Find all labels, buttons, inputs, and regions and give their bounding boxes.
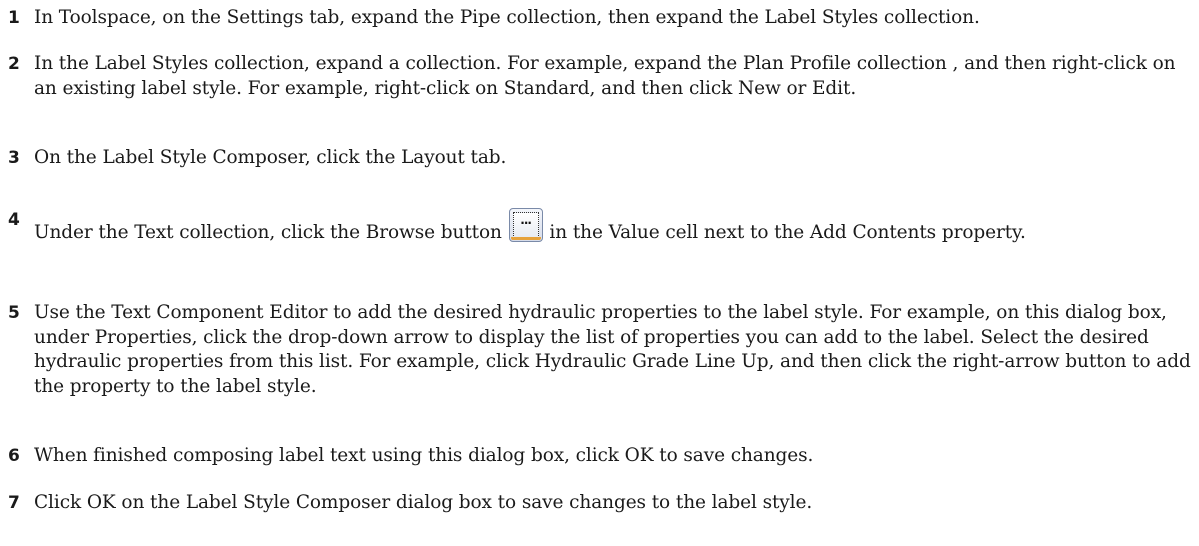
step-number: 6	[8, 446, 20, 466]
step-text: On the Label Style Composer, click the L…	[34, 147, 507, 168]
step-number: 5	[8, 303, 20, 323]
step-text: Click OK on the Label Style Composer dia…	[34, 492, 813, 513]
step-text-after: in the Value cell next to the Add Conten…	[543, 222, 1026, 243]
step-number: 2	[8, 54, 20, 74]
step-text: Under the Text collection, click the Bro…	[34, 208, 1194, 246]
browse-ellipsis-icon[interactable]: ···	[508, 208, 543, 242]
step-number: 3	[8, 148, 20, 168]
step-text: In Toolspace, on the Settings tab, expan…	[34, 7, 980, 28]
step-text: When finished composing label text using…	[34, 445, 814, 466]
step-text-before: Under the Text collection, click the Bro…	[34, 222, 508, 243]
step-text: In the Label Styles collection, expand a…	[34, 53, 1176, 99]
step-number: 1	[8, 8, 20, 28]
step-number: 4	[8, 210, 20, 230]
step-text: Use the Text Component Editor to add the…	[34, 302, 1191, 397]
step-number: 7	[8, 493, 20, 513]
